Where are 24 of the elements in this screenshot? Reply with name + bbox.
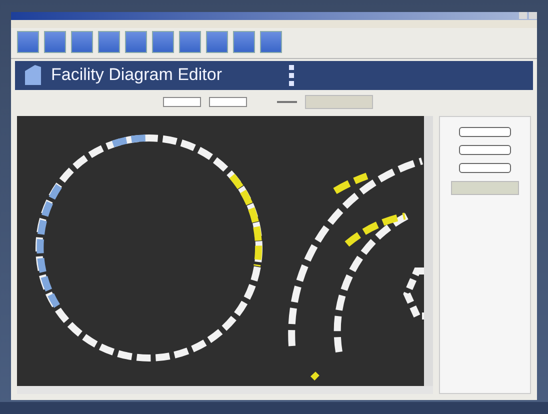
option-button[interactable] [209, 97, 247, 108]
panel-button[interactable] [459, 127, 511, 137]
toolbar-tool-icon[interactable] [152, 30, 174, 53]
toolbar-tool-icon[interactable] [179, 30, 201, 53]
vertical-scrollbar[interactable] [424, 116, 433, 386]
bullet-icon [289, 72, 294, 78]
bullet-icon [289, 80, 294, 86]
horizontal-scrollbar[interactable] [17, 386, 433, 394]
panel-field[interactable] [451, 181, 519, 195]
toolbar-tool-icon[interactable] [125, 30, 147, 53]
toolbar-tool-icon[interactable] [71, 30, 93, 53]
toolbar-tool-icon[interactable] [44, 30, 66, 53]
facility-logo-icon [23, 63, 43, 88]
option-button[interactable] [163, 97, 201, 108]
toolbar-tool-icon[interactable] [260, 30, 282, 53]
banner-title: Facility Diagram Editor [51, 65, 223, 86]
toolbar-tool-icon[interactable] [206, 30, 228, 53]
dropdown-field[interactable] [305, 95, 373, 110]
toolbar-tool-icon[interactable] [98, 30, 120, 53]
toolbar-tool-icon[interactable] [233, 30, 255, 53]
bullet-icon [289, 64, 294, 70]
panel-button[interactable] [459, 145, 511, 155]
toolbar-tool-icon[interactable] [17, 30, 39, 53]
panel-button[interactable] [459, 163, 511, 173]
